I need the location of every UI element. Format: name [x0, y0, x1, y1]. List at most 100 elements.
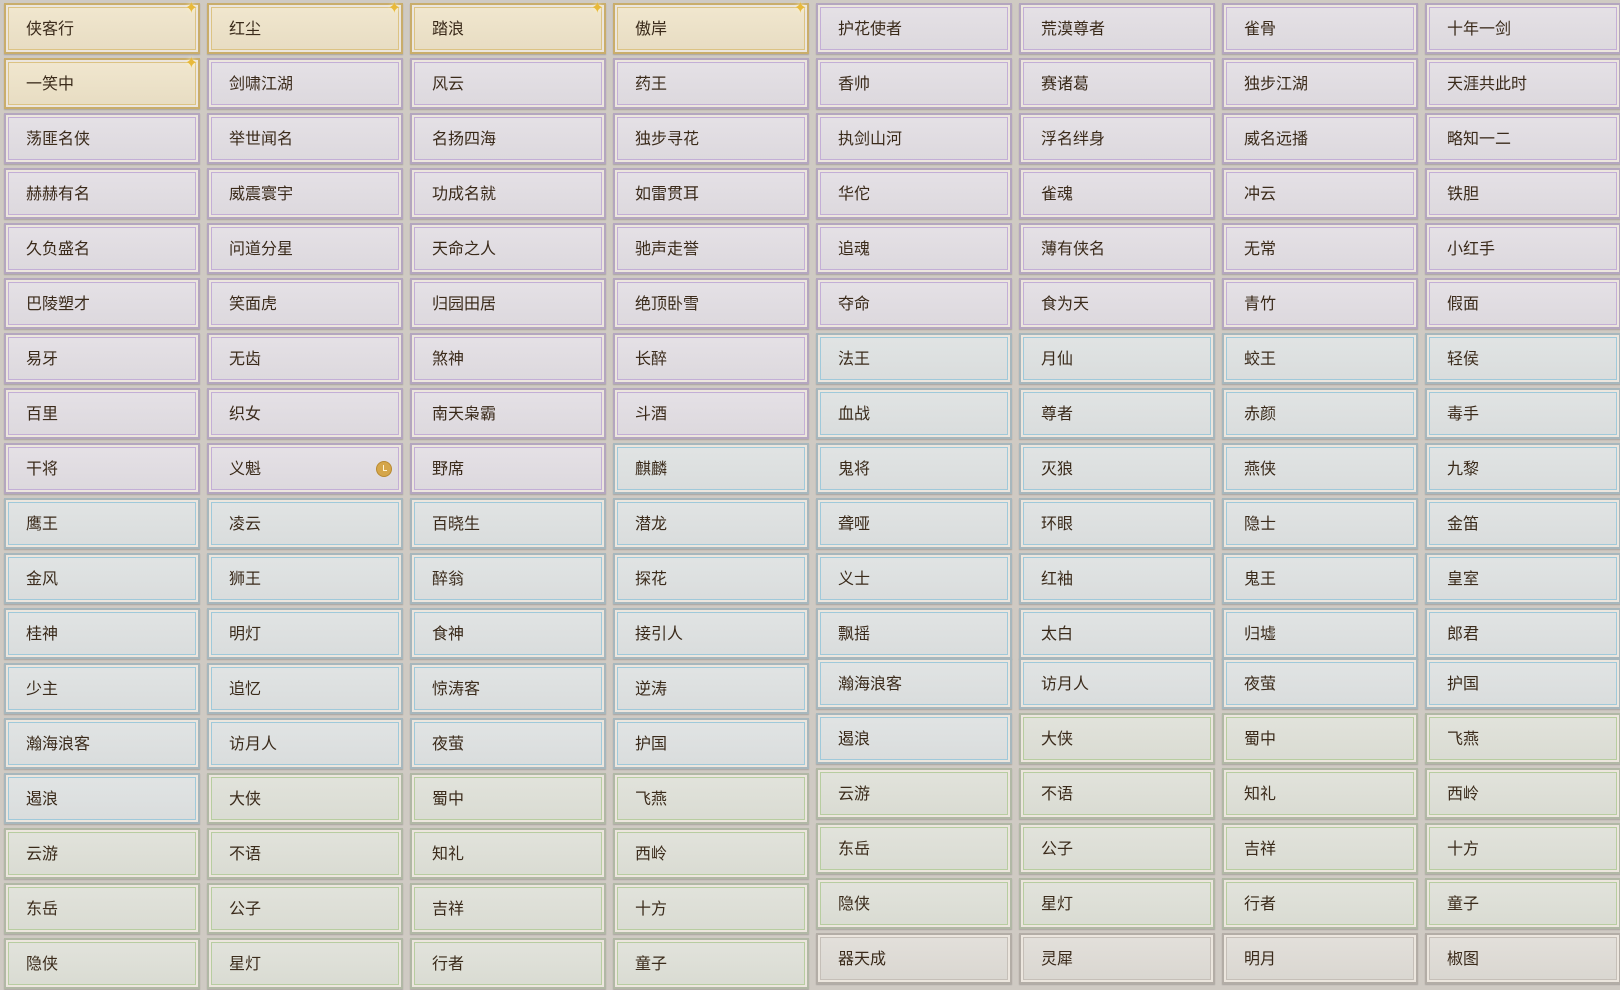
- title-tile[interactable]: 十年一剑: [1425, 3, 1620, 54]
- title-tile[interactable]: 冲云: [1222, 168, 1418, 219]
- title-tile[interactable]: 桂神: [4, 608, 200, 659]
- title-tile[interactable]: 不语: [207, 828, 403, 879]
- title-tile[interactable]: 西岭: [613, 828, 809, 879]
- title-tile[interactable]: 执剑山河: [816, 113, 1012, 164]
- title-tile[interactable]: 傲岸 ✦: [613, 0, 809, 54]
- title-tile[interactable]: 荒漠尊者: [1019, 3, 1215, 54]
- title-tile[interactable]: 追魂: [816, 223, 1012, 274]
- title-tile[interactable]: 蜀中: [410, 773, 606, 824]
- title-tile[interactable]: 十方: [1425, 823, 1620, 874]
- title-tile[interactable]: 灵犀: [1019, 933, 1215, 984]
- title-tile[interactable]: 接引人: [613, 608, 809, 659]
- title-tile[interactable]: 隐侠: [4, 938, 200, 989]
- title-tile[interactable]: 燕侠: [1222, 443, 1418, 494]
- title-tile[interactable]: 天命之人: [410, 223, 606, 274]
- title-tile[interactable]: 吉祥: [410, 883, 606, 934]
- title-tile[interactable]: 郎君: [1425, 608, 1620, 659]
- title-tile[interactable]: 长醉: [613, 333, 809, 384]
- title-tile[interactable]: 探花: [613, 553, 809, 604]
- title-tile[interactable]: 干将: [4, 443, 200, 494]
- title-tile[interactable]: 绝顶卧雪: [613, 278, 809, 329]
- title-tile[interactable]: 太白: [1019, 608, 1215, 659]
- title-tile[interactable]: 聋哑: [816, 498, 1012, 549]
- title-tile[interactable]: 荡匪名侠: [4, 113, 200, 164]
- title-tile[interactable]: 鹰王: [4, 498, 200, 549]
- title-tile[interactable]: 百里: [4, 388, 200, 439]
- title-tile[interactable]: 环眼: [1019, 498, 1215, 549]
- title-tile[interactable]: 风云: [410, 58, 606, 109]
- title-tile[interactable]: 织女: [207, 388, 403, 439]
- title-tile[interactable]: 易牙: [4, 333, 200, 384]
- title-tile[interactable]: 红尘 ✦: [207, 0, 403, 54]
- title-tile[interactable]: 一笑中 ✦: [4, 55, 200, 109]
- title-tile[interactable]: 威震寰宇: [207, 168, 403, 219]
- title-tile[interactable]: 义魁: [207, 443, 403, 494]
- title-tile[interactable]: 久负盛名: [4, 223, 200, 274]
- title-tile[interactable]: 威名远播: [1222, 113, 1418, 164]
- title-tile[interactable]: 东岳: [816, 823, 1012, 874]
- title-tile[interactable]: 行者: [410, 938, 606, 989]
- title-tile[interactable]: 雀魂: [1019, 168, 1215, 219]
- title-tile[interactable]: 明灯: [207, 608, 403, 659]
- title-tile[interactable]: 大侠: [1019, 713, 1215, 764]
- title-tile[interactable]: 醉翁: [410, 553, 606, 604]
- title-tile[interactable]: 血战: [816, 388, 1012, 439]
- title-tile[interactable]: 访月人: [1019, 658, 1215, 709]
- title-tile[interactable]: 隐侠: [816, 878, 1012, 929]
- title-tile[interactable]: 鬼王: [1222, 553, 1418, 604]
- title-tile[interactable]: 追忆: [207, 663, 403, 714]
- title-tile[interactable]: 煞神: [410, 333, 606, 384]
- title-tile[interactable]: 狮王: [207, 553, 403, 604]
- title-tile[interactable]: 夜萤: [1222, 658, 1418, 709]
- title-tile[interactable]: 雀骨: [1222, 3, 1418, 54]
- title-tile[interactable]: 无齿: [207, 333, 403, 384]
- title-tile[interactable]: 东岳: [4, 883, 200, 934]
- title-tile[interactable]: 椒图: [1425, 933, 1620, 984]
- title-tile[interactable]: 天涯共此时: [1425, 58, 1620, 109]
- title-tile[interactable]: 飞燕: [613, 773, 809, 824]
- title-tile[interactable]: 遏浪: [816, 713, 1012, 764]
- title-tile[interactable]: 公子: [1019, 823, 1215, 874]
- title-tile[interactable]: 独步寻花: [613, 113, 809, 164]
- title-tile[interactable]: 明月: [1222, 933, 1418, 984]
- title-tile[interactable]: 飞燕: [1425, 713, 1620, 764]
- title-tile[interactable]: 月仙: [1019, 333, 1215, 384]
- title-tile[interactable]: 小红手: [1425, 223, 1620, 274]
- title-tile[interactable]: 知礼: [410, 828, 606, 879]
- title-tile[interactable]: 功成名就: [410, 168, 606, 219]
- title-tile[interactable]: 公子: [207, 883, 403, 934]
- title-tile[interactable]: 归园田居: [410, 278, 606, 329]
- title-tile[interactable]: 蛟王: [1222, 333, 1418, 384]
- title-tile[interactable]: 华佗: [816, 168, 1012, 219]
- title-tile[interactable]: 潜龙: [613, 498, 809, 549]
- title-tile[interactable]: 问道分星: [207, 223, 403, 274]
- title-tile[interactable]: 巴陵塑才: [4, 278, 200, 329]
- title-tile[interactable]: 归墟: [1222, 608, 1418, 659]
- title-tile[interactable]: 器天成: [816, 933, 1012, 984]
- title-tile[interactable]: 惊涛客: [410, 663, 606, 714]
- title-tile[interactable]: 童子: [613, 938, 809, 989]
- title-tile[interactable]: 香帅: [816, 58, 1012, 109]
- title-tile[interactable]: 驰声走誉: [613, 223, 809, 274]
- title-tile[interactable]: 大侠: [207, 773, 403, 824]
- title-tile[interactable]: 十方: [613, 883, 809, 934]
- title-tile[interactable]: 尊者: [1019, 388, 1215, 439]
- title-tile[interactable]: 举世闻名: [207, 113, 403, 164]
- title-tile[interactable]: 浮名绊身: [1019, 113, 1215, 164]
- title-tile[interactable]: 名扬四海: [410, 113, 606, 164]
- title-tile[interactable]: 九黎: [1425, 443, 1620, 494]
- title-tile[interactable]: 隐士: [1222, 498, 1418, 549]
- title-tile[interactable]: 食为天: [1019, 278, 1215, 329]
- title-tile[interactable]: 夜萤: [410, 718, 606, 769]
- title-tile[interactable]: 青竹: [1222, 278, 1418, 329]
- title-tile[interactable]: 薄有侠名: [1019, 223, 1215, 274]
- title-tile[interactable]: 蜀中: [1222, 713, 1418, 764]
- title-tile[interactable]: 踏浪 ✦: [410, 0, 606, 54]
- title-tile[interactable]: 鬼将: [816, 443, 1012, 494]
- title-tile[interactable]: 轻侯: [1425, 333, 1620, 384]
- title-tile[interactable]: 遏浪: [4, 773, 200, 824]
- title-tile[interactable]: 毒手: [1425, 388, 1620, 439]
- title-tile[interactable]: 吉祥: [1222, 823, 1418, 874]
- title-tile[interactable]: 药王: [613, 58, 809, 109]
- title-tile[interactable]: 不语: [1019, 768, 1215, 819]
